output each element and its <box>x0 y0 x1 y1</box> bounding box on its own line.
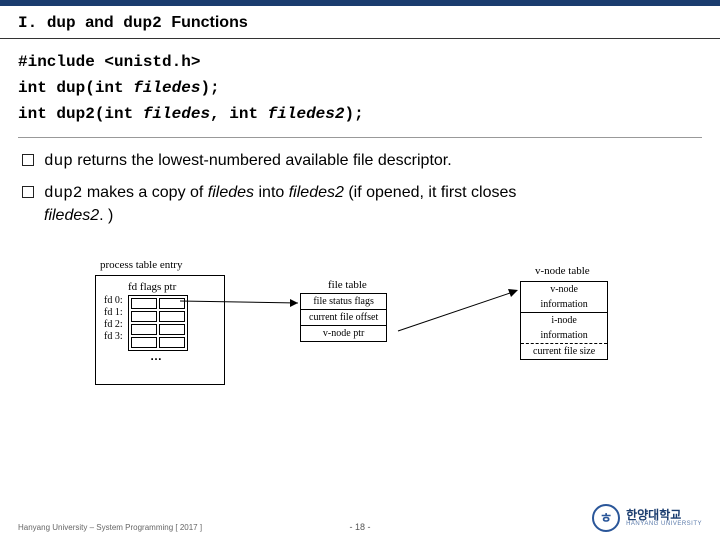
bullet2-i1: filedes <box>208 184 254 201</box>
file-row-2: v-node ptr <box>301 326 386 341</box>
diagram: process table entry fd flags ptr fd 0: f… <box>0 245 720 405</box>
section-code1: dup <box>47 14 76 32</box>
bullet2-t2: into <box>254 184 289 201</box>
dup-arg: filedes <box>133 79 200 97</box>
process-table-title: process table entry <box>100 259 182 271</box>
bullet-square-icon <box>22 154 34 166</box>
dup-post: ); <box>200 79 219 97</box>
bullet1-text: returns the lowest-numbered available fi… <box>73 152 452 169</box>
vnode-table-box: v-node information i-node information cu… <box>520 281 608 360</box>
vnode-row-4: current file size <box>521 343 607 359</box>
fd-row-0: fd 0: <box>104 295 123 306</box>
arrow-file-to-vnode <box>398 285 528 335</box>
university-logo: ㅎ 한양대학교 HANYANG UNIVERSITY <box>592 504 702 532</box>
dup2-post: ); <box>344 105 363 123</box>
bullet-2: dup2 makes a copy of filedes into filede… <box>22 182 698 227</box>
dup2-signature: int dup2(int filedes, int filedes2); <box>18 101 702 127</box>
dup-signature: int dup(int filedes); <box>18 75 702 101</box>
bullet-square-icon <box>22 186 34 198</box>
fd-grid <box>128 295 188 351</box>
page-number: - 18 - <box>349 522 370 532</box>
bullet2-t4: . ) <box>99 207 113 224</box>
vnode-row-2: i-node <box>521 312 607 328</box>
bullet-1: dup returns the lowest-numbered availabl… <box>22 150 698 172</box>
arrow-fd-to-file <box>180 295 310 325</box>
vnode-table-title: v-node table <box>535 265 590 277</box>
dup2-arg1: filedes <box>143 105 210 123</box>
footer-text: Hanyang University – System Programming … <box>18 523 202 532</box>
section-code2: dup2 <box>123 14 161 32</box>
bullet1-code: dup <box>44 152 73 170</box>
section-number: I. <box>18 14 37 32</box>
dup2-arg2: filedes2 <box>268 105 345 123</box>
fd-row-3: fd 3: <box>104 331 123 342</box>
dup2-mid: , int <box>210 105 268 123</box>
api-block: #include <unistd.h> int dup(int filedes)… <box>18 49 702 138</box>
bullet2-code: dup2 <box>44 184 82 202</box>
bullet2-t1: makes a copy of <box>82 184 207 201</box>
file-row-1: current file offset <box>301 310 386 326</box>
vnode-row-0: v-node <box>521 282 607 297</box>
logo-emblem-icon: ㅎ <box>592 504 620 532</box>
file-row-0: file status flags <box>301 294 386 310</box>
ellipsis: … <box>150 349 162 363</box>
section-heading: I. dup and dup2 Functions <box>0 6 720 39</box>
logo-english: HANYANG UNIVERSITY <box>626 521 702 527</box>
dup-pre: int dup(int <box>18 79 133 97</box>
file-table-title: file table <box>328 279 367 291</box>
bullet2-i3: filedes2 <box>44 207 99 224</box>
include-line: #include <unistd.h> <box>18 49 702 75</box>
logo-korean: 한양대학교 <box>626 509 702 521</box>
bullet2-t3: (if opened, it first closes <box>344 184 517 201</box>
vnode-row-3: information <box>521 328 607 343</box>
bullet2-i2: filedes2 <box>289 184 344 201</box>
section-mid: and <box>85 14 113 31</box>
fd-header: fd flags ptr <box>128 281 176 293</box>
vnode-row-1: information <box>521 297 607 312</box>
fd-row-2: fd 2: <box>104 319 123 330</box>
dup2-pre: int dup2(int <box>18 105 143 123</box>
bullet-list: dup returns the lowest-numbered availabl… <box>22 150 698 227</box>
section-tail: Functions <box>171 14 247 31</box>
fd-row-1: fd 1: <box>104 307 123 318</box>
file-table-box: file status flags current file offset v-… <box>300 293 387 342</box>
